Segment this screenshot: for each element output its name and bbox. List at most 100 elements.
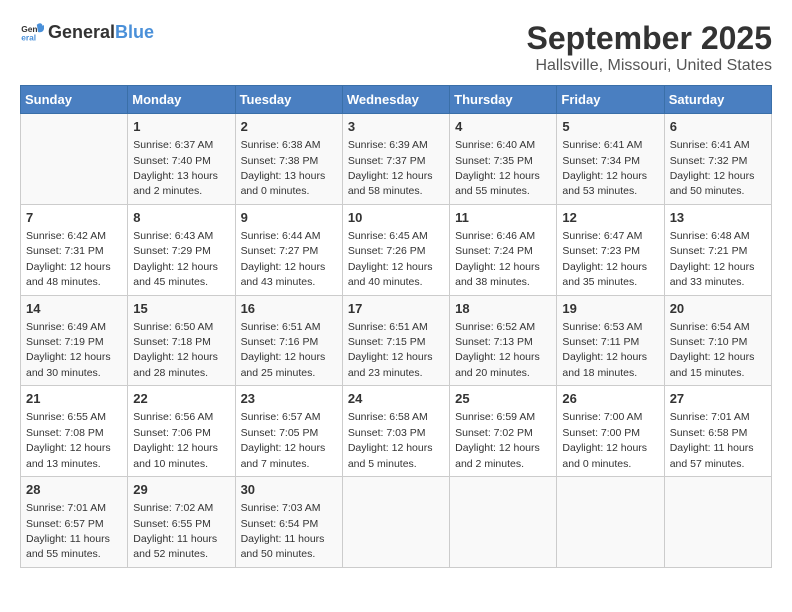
day-number: 8 xyxy=(133,209,229,227)
calendar-cell: 2Sunrise: 6:38 AMSunset: 7:38 PMDaylight… xyxy=(235,114,342,205)
day-number: 28 xyxy=(26,481,122,499)
day-info: Sunrise: 6:41 AMSunset: 7:34 PMDaylight:… xyxy=(562,139,647,197)
calendar-cell: 9 Sunrise: 6:44 AMSunset: 7:27 PMDaylight… xyxy=(235,204,342,295)
day-info: Sunrise: 6:44 AMSunset: 7:27 PMDaylight:… xyxy=(241,230,326,288)
day-number: 6 xyxy=(670,118,766,136)
day-number: 14 xyxy=(26,300,122,318)
calendar-cell: 23Sunrise: 6:57 AMSunset: 7:05 PMDayligh… xyxy=(235,386,342,477)
calendar-cell: 15 Sunrise: 6:50 AMSunset: 7:18 PMDayligh… xyxy=(128,295,235,386)
weekday-header-friday: Friday xyxy=(557,86,664,114)
calendar-table: SundayMondayTuesdayWednesdayThursdayFrid… xyxy=(20,85,772,568)
calendar-body: 1 Sunrise: 6:37 AMSunset: 7:40 PMDaylight… xyxy=(21,114,772,568)
calendar-cell xyxy=(342,477,449,568)
calendar-cell: 8 Sunrise: 6:43 AMSunset: 7:29 PMDaylight… xyxy=(128,204,235,295)
day-info: Sunrise: 6:51 AMSunset: 7:15 PMDaylight:… xyxy=(348,321,433,379)
day-info: Sunrise: 6:40 AMSunset: 7:35 PMDaylight:… xyxy=(455,139,540,197)
calendar-week-5: 28 Sunrise: 7:01 AMSunset: 6:57 PMDayligh… xyxy=(21,477,772,568)
day-info: Sunrise: 7:00 AMSunset: 7:00 PMDaylight:… xyxy=(562,411,647,469)
day-number: 5 xyxy=(562,118,658,136)
location-title: Hallsville, Missouri, United States xyxy=(527,57,772,75)
day-number: 20 xyxy=(670,300,766,318)
day-number: 23 xyxy=(241,390,337,408)
calendar-cell: 1 Sunrise: 6:37 AMSunset: 7:40 PMDaylight… xyxy=(128,114,235,205)
day-info: Sunrise: 6:39 AMSunset: 7:37 PMDaylight:… xyxy=(348,139,433,197)
svg-text:eral: eral xyxy=(21,32,36,42)
calendar-cell: 6 Sunrise: 6:41 AMSunset: 7:32 PMDaylight… xyxy=(664,114,771,205)
day-number: 11 xyxy=(455,209,551,227)
calendar-cell: 20 Sunrise: 6:54 AMSunset: 7:10 PMDayligh… xyxy=(664,295,771,386)
day-number: 10 xyxy=(348,209,444,227)
day-number: 9 xyxy=(241,209,337,227)
calendar-week-3: 14 Sunrise: 6:49 AMSunset: 7:19 PMDayligh… xyxy=(21,295,772,386)
calendar-cell: 18Sunrise: 6:52 AMSunset: 7:13 PMDayligh… xyxy=(450,295,557,386)
day-number: 18 xyxy=(455,300,551,318)
day-number: 12 xyxy=(562,209,658,227)
weekday-row: SundayMondayTuesdayWednesdayThursdayFrid… xyxy=(21,86,772,114)
calendar-cell: 13Sunrise: 6:48 AMSunset: 7:21 PMDayligh… xyxy=(664,204,771,295)
day-number: 29 xyxy=(133,481,229,499)
day-info: Sunrise: 6:53 AMSunset: 7:11 PMDaylight:… xyxy=(562,321,647,379)
day-info: Sunrise: 7:02 AMSunset: 6:55 PMDaylight:… xyxy=(133,502,217,560)
day-info: Sunrise: 6:49 AMSunset: 7:19 PMDaylight:… xyxy=(26,321,111,379)
day-number: 4 xyxy=(455,118,551,136)
weekday-header-monday: Monday xyxy=(128,86,235,114)
day-number: 21 xyxy=(26,390,122,408)
calendar-cell xyxy=(557,477,664,568)
day-number: 19 xyxy=(562,300,658,318)
day-number: 17 xyxy=(348,300,444,318)
day-number: 16 xyxy=(241,300,337,318)
header-area: Gen eral GeneralBlue September 2025 Hall… xyxy=(20,20,772,75)
day-info: Sunrise: 6:56 AMSunset: 7:06 PMDaylight:… xyxy=(133,411,218,469)
day-info: Sunrise: 6:47 AMSunset: 7:23 PMDaylight:… xyxy=(562,230,647,288)
day-number: 1 xyxy=(133,118,229,136)
calendar-cell: 27 Sunrise: 7:01 AMSunset: 6:58 PMDayligh… xyxy=(664,386,771,477)
calendar-cell: 14 Sunrise: 6:49 AMSunset: 7:19 PMDayligh… xyxy=(21,295,128,386)
calendar-cell: 3Sunrise: 6:39 AMSunset: 7:37 PMDaylight… xyxy=(342,114,449,205)
logo-text: GeneralBlue xyxy=(48,22,154,43)
calendar-cell: 17 Sunrise: 6:51 AMSunset: 7:15 PMDayligh… xyxy=(342,295,449,386)
day-info: Sunrise: 7:03 AMSunset: 6:54 PMDaylight:… xyxy=(241,502,325,560)
logo: Gen eral GeneralBlue xyxy=(20,20,154,44)
calendar-cell: 28 Sunrise: 7:01 AMSunset: 6:57 PMDayligh… xyxy=(21,477,128,568)
calendar-cell: 16Sunrise: 6:51 AMSunset: 7:16 PMDayligh… xyxy=(235,295,342,386)
day-number: 22 xyxy=(133,390,229,408)
day-info: Sunrise: 6:43 AMSunset: 7:29 PMDaylight:… xyxy=(133,230,218,288)
day-number: 7 xyxy=(26,209,122,227)
weekday-header-tuesday: Tuesday xyxy=(235,86,342,114)
calendar-cell: 30 Sunrise: 7:03 AMSunset: 6:54 PMDayligh… xyxy=(235,477,342,568)
weekday-header-sunday: Sunday xyxy=(21,86,128,114)
calendar-cell xyxy=(21,114,128,205)
calendar-cell: 22 Sunrise: 6:56 AMSunset: 7:06 PMDayligh… xyxy=(128,386,235,477)
calendar-cell: 26 Sunrise: 7:00 AMSunset: 7:00 PMDayligh… xyxy=(557,386,664,477)
day-info: Sunrise: 7:01 AMSunset: 6:57 PMDaylight:… xyxy=(26,502,110,560)
weekday-header-thursday: Thursday xyxy=(450,86,557,114)
day-number: 26 xyxy=(562,390,658,408)
calendar-week-2: 7 Sunrise: 6:42 AMSunset: 7:31 PMDaylight… xyxy=(21,204,772,295)
month-title: September 2025 xyxy=(527,20,772,57)
calendar-cell: 12 Sunrise: 6:47 AMSunset: 7:23 PMDayligh… xyxy=(557,204,664,295)
day-info: Sunrise: 6:54 AMSunset: 7:10 PMDaylight:… xyxy=(670,321,755,379)
day-info: Sunrise: 7:01 AMSunset: 6:58 PMDaylight:… xyxy=(670,411,754,469)
day-info: Sunrise: 6:50 AMSunset: 7:18 PMDaylight:… xyxy=(133,321,218,379)
day-number: 13 xyxy=(670,209,766,227)
calendar-cell: 24Sunrise: 6:58 AMSunset: 7:03 PMDayligh… xyxy=(342,386,449,477)
day-info: Sunrise: 6:37 AMSunset: 7:40 PMDaylight:… xyxy=(133,139,218,197)
day-info: Sunrise: 6:42 AMSunset: 7:31 PMDaylight:… xyxy=(26,230,111,288)
day-number: 27 xyxy=(670,390,766,408)
day-info: Sunrise: 6:41 AMSunset: 7:32 PMDaylight:… xyxy=(670,139,755,197)
weekday-header-saturday: Saturday xyxy=(664,86,771,114)
calendar-cell: 5 Sunrise: 6:41 AMSunset: 7:34 PMDaylight… xyxy=(557,114,664,205)
calendar-cell: 25Sunrise: 6:59 AMSunset: 7:02 PMDayligh… xyxy=(450,386,557,477)
title-area: September 2025 Hallsville, Missouri, Uni… xyxy=(527,20,772,75)
calendar-header: SundayMondayTuesdayWednesdayThursdayFrid… xyxy=(21,86,772,114)
calendar-cell: 7 Sunrise: 6:42 AMSunset: 7:31 PMDaylight… xyxy=(21,204,128,295)
day-number: 30 xyxy=(241,481,337,499)
calendar-cell: 19 Sunrise: 6:53 AMSunset: 7:11 PMDayligh… xyxy=(557,295,664,386)
day-info: Sunrise: 6:45 AMSunset: 7:26 PMDaylight:… xyxy=(348,230,433,288)
day-number: 24 xyxy=(348,390,444,408)
day-number: 15 xyxy=(133,300,229,318)
day-info: Sunrise: 6:55 AMSunset: 7:08 PMDaylight:… xyxy=(26,411,111,469)
calendar-cell: 21 Sunrise: 6:55 AMSunset: 7:08 PMDayligh… xyxy=(21,386,128,477)
day-info: Sunrise: 6:38 AMSunset: 7:38 PMDaylight:… xyxy=(241,139,326,197)
calendar-week-4: 21 Sunrise: 6:55 AMSunset: 7:08 PMDayligh… xyxy=(21,386,772,477)
